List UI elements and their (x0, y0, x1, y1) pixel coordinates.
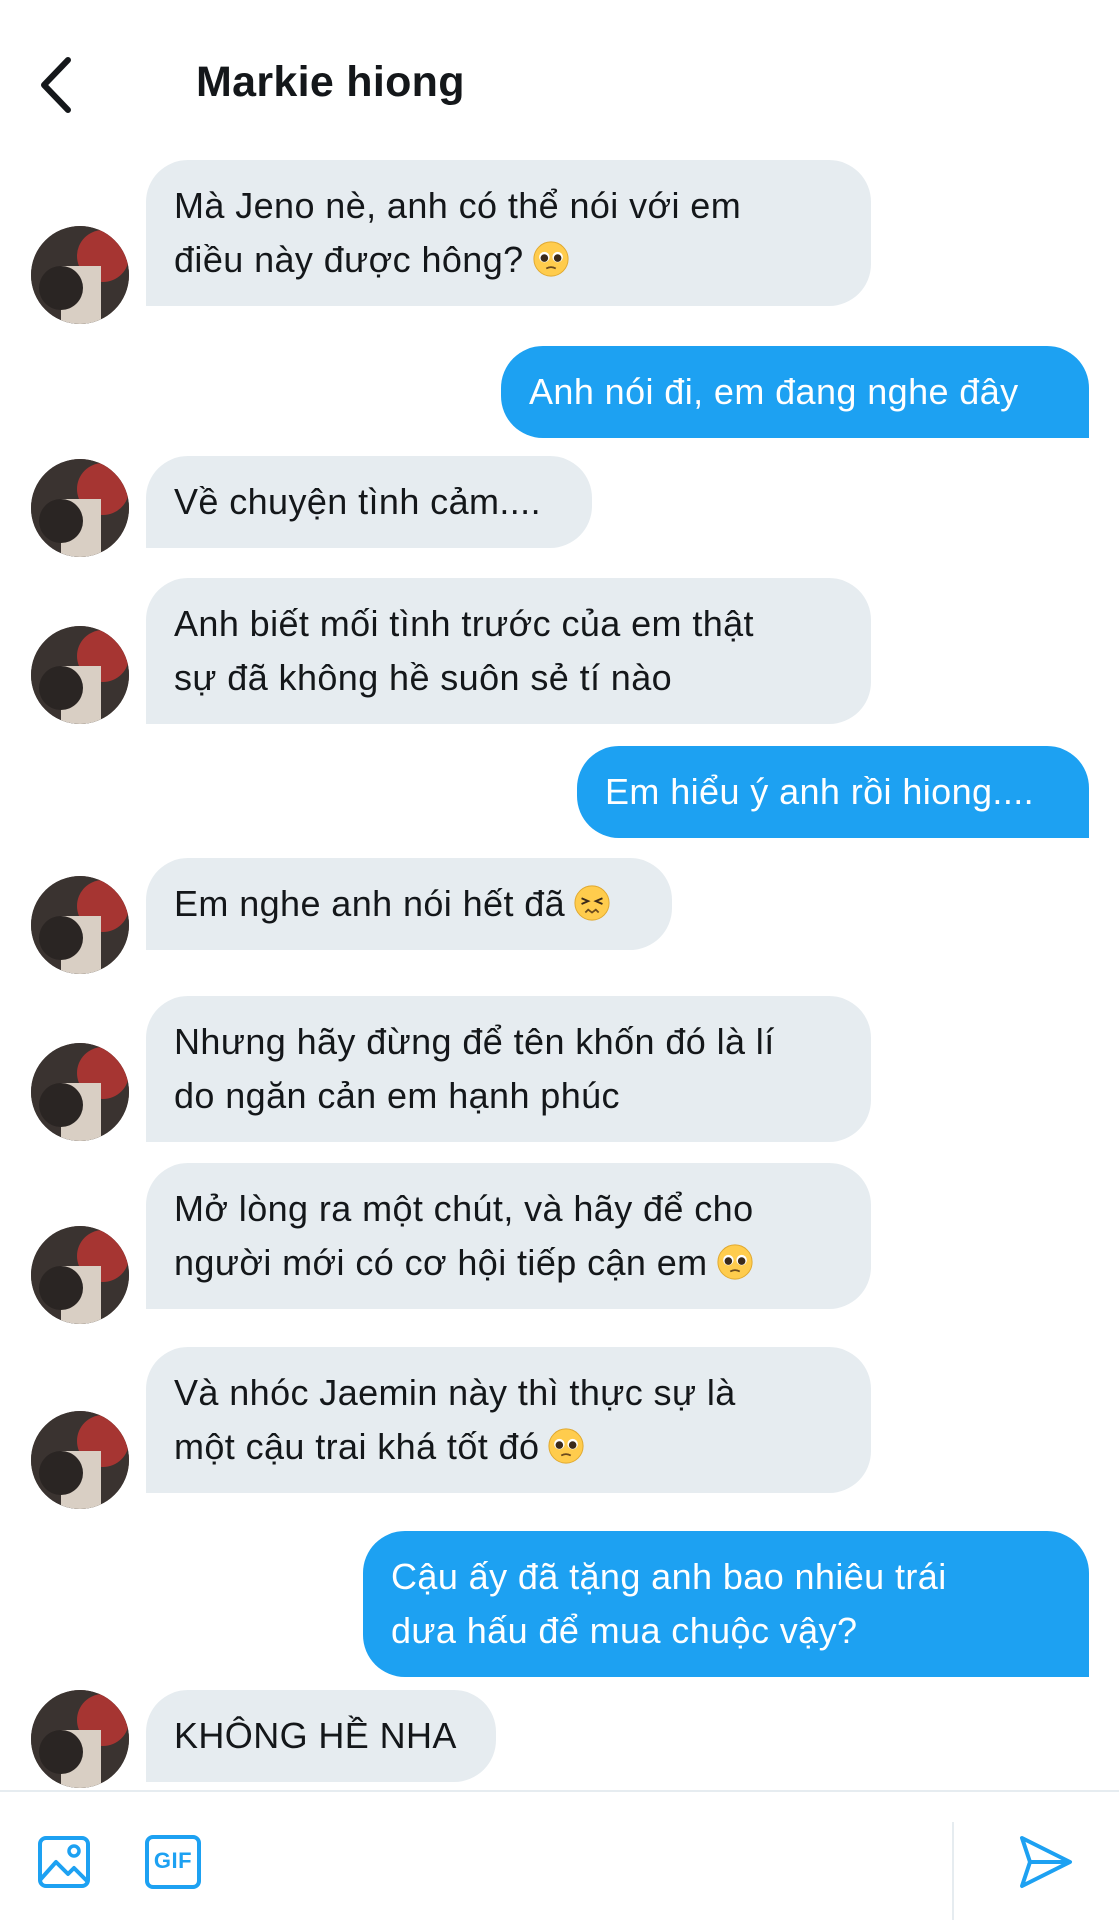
message-bubble-outgoing[interactable]: Cậu ấy đã tặng anh bao nhiêu trái dưa hấ… (363, 1531, 1089, 1677)
back-button[interactable] (30, 50, 90, 120)
avatar[interactable] (31, 1411, 129, 1509)
persevering-face-icon (574, 885, 610, 921)
avatar[interactable] (31, 1690, 129, 1788)
message-bubble-incoming[interactable]: Anh biết mối tình trước của em thật sự đ… (146, 578, 871, 724)
send-icon (1020, 1836, 1072, 1888)
send-button[interactable] (1016, 1832, 1076, 1892)
chevron-left-icon (41, 57, 71, 113)
dm-conversation-screen: Markie hiong Mà Jeno nè, anh có thể nói … (0, 0, 1119, 1920)
avatar[interactable] (31, 226, 129, 324)
message-text: điều này được hông? (174, 239, 524, 280)
message-bubble-incoming[interactable]: Về chuyện tình cảm.... (146, 456, 592, 548)
pleading-face-icon (716, 1244, 753, 1280)
conversation-header: Markie hiong (0, 0, 1119, 150)
message-text: Anh biết mối tình trước của em thật (174, 603, 754, 644)
image-icon (38, 1836, 90, 1888)
message-text: Em hiểu ý anh rồi hiong.... (605, 771, 1035, 812)
avatar[interactable] (31, 626, 129, 724)
message-bubble-incoming[interactable]: KHÔNG HỀ NHA (146, 1690, 496, 1782)
message-bubble-incoming[interactable]: Và nhóc Jaemin này thì thực sự là một cậ… (146, 1347, 871, 1493)
message-text: Nhưng hãy đừng để tên khốn đó là lí (174, 1021, 775, 1062)
avatar[interactable] (31, 1043, 129, 1141)
message-bubble-incoming[interactable]: Em nghe anh nói hết đã (146, 858, 672, 950)
avatar[interactable] (31, 459, 129, 557)
message-composer: GIF (0, 1790, 1119, 1920)
add-image-button[interactable] (36, 1834, 92, 1890)
avatar[interactable] (31, 1226, 129, 1324)
message-text: Về chuyện tình cảm.... (174, 481, 541, 522)
gif-label: GIF (153, 1848, 193, 1873)
message-text: người mới có cơ hội tiếp cận em (174, 1242, 708, 1283)
message-text: KHÔNG HỀ NHA (174, 1715, 457, 1756)
conversation-title[interactable]: Markie hiong (196, 58, 465, 107)
pleading-face-icon (548, 1428, 584, 1464)
message-text: sự đã không hề suôn sẻ tí nào (174, 657, 673, 698)
message-text: một cậu trai khá tốt đó (174, 1426, 540, 1467)
message-bubble-incoming[interactable]: Nhưng hãy đừng để tên khốn đó là lí do n… (146, 996, 871, 1142)
add-gif-button[interactable]: GIF (144, 1834, 202, 1890)
message-text: Cậu ấy đã tặng anh bao nhiêu trái (391, 1556, 947, 1597)
message-bubble-incoming[interactable]: Mà Jeno nè, anh có thể nói với em điều n… (146, 160, 871, 306)
message-text: Em nghe anh nói hết đã (174, 883, 566, 924)
message-bubble-outgoing[interactable]: Anh nói đi, em đang nghe đây (501, 346, 1089, 438)
avatar[interactable] (31, 876, 129, 974)
message-text: do ngăn cản em hạnh phúc (174, 1075, 620, 1116)
message-text: Và nhóc Jaemin này thì thực sự là (174, 1372, 736, 1413)
message-text: Anh nói đi, em đang nghe đây (529, 371, 1019, 412)
message-bubble-incoming[interactable]: Mở lòng ra một chút, và hãy để cho người… (146, 1163, 871, 1309)
message-text: dưa hấu để mua chuộc vậy? (391, 1610, 858, 1651)
message-text: Mà Jeno nè, anh có thể nói với em (174, 185, 742, 226)
composer-divider (952, 1822, 954, 1920)
message-bubble-outgoing[interactable]: Em hiểu ý anh rồi hiong.... (577, 746, 1089, 838)
message-text: Mở lòng ra một chút, và hãy để cho (174, 1188, 754, 1229)
pleading-face-icon (532, 241, 569, 277)
